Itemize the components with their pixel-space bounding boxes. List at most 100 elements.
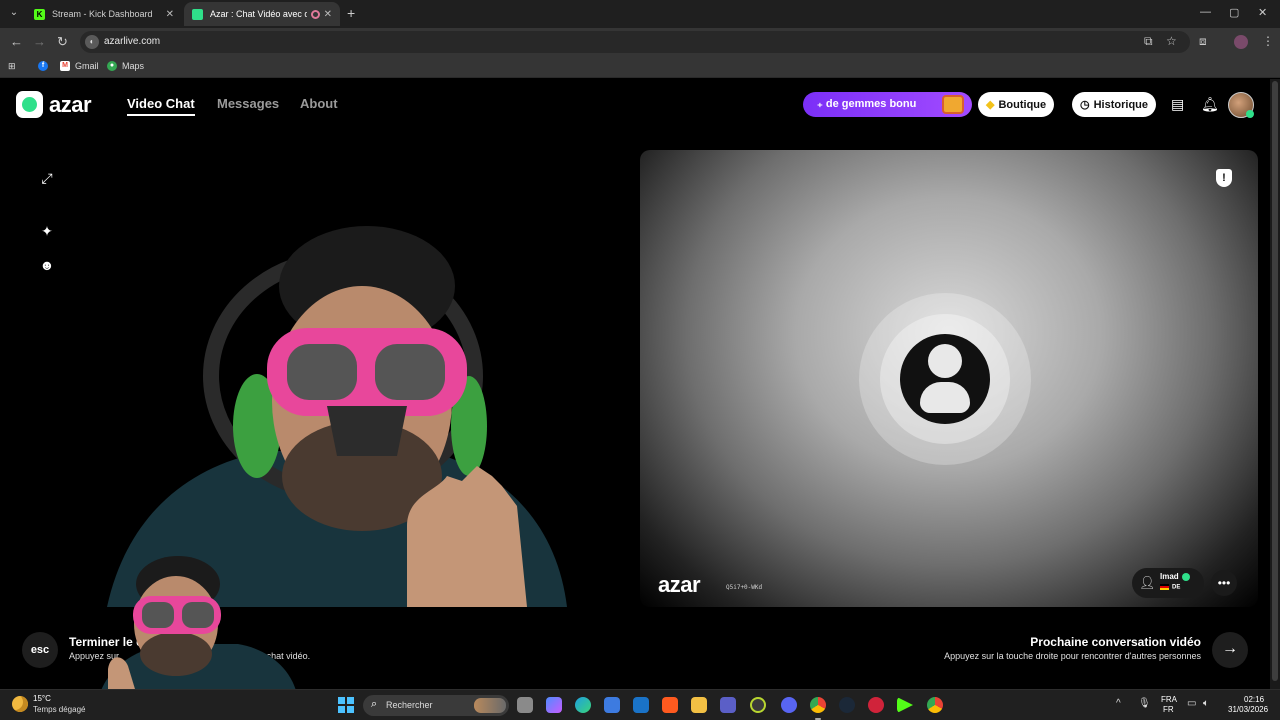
logo-text: azar (49, 91, 92, 117)
chrome-icon[interactable] (810, 697, 826, 720)
volume-icon[interactable]: 🔈︎ (1203, 698, 1209, 709)
peer-country: DE (1172, 584, 1181, 591)
taskbar-search[interactable]: ⌕ Rechercher (363, 695, 509, 716)
apps-grid-icon[interactable]: ⊞ (8, 61, 16, 72)
nav-about[interactable]: About (300, 96, 338, 111)
address-bar[interactable]: ◐ azarlive.com (80, 31, 1190, 53)
person-placeholder-body (920, 382, 970, 413)
steam-icon[interactable] (839, 697, 855, 713)
outlook-icon[interactable] (633, 697, 649, 713)
language-bottom[interactable]: FR (1163, 705, 1174, 714)
file-explorer-icon[interactable] (691, 697, 707, 713)
task-view-icon[interactable] (517, 697, 533, 713)
close-tab-icon[interactable]: ✕ (166, 9, 174, 20)
chat-bubble-button[interactable]: ••• (1211, 570, 1237, 596)
temperature[interactable]: 15°C (33, 694, 51, 703)
bookmark-star-icon[interactable]: ☆ (1166, 34, 1177, 48)
scrollbar-thumb[interactable] (1272, 81, 1278, 681)
report-shield-icon[interactable]: ! (1216, 169, 1232, 187)
webcam-person (107, 226, 567, 607)
app-red-icon[interactable] (868, 697, 884, 713)
bookmark-label: Gmail (75, 61, 99, 71)
search-highlight-image (474, 698, 506, 713)
play-icon[interactable] (897, 697, 913, 713)
copilot-icon[interactable] (546, 697, 562, 713)
germany-flag-icon (1160, 584, 1169, 590)
moon-weather-icon[interactable] (12, 696, 28, 712)
tab-title: Azar : Chat Vidéo avec de n (210, 9, 307, 19)
restore-icon[interactable]: ▢ (1229, 6, 1239, 19)
treasure-chest-icon (942, 95, 964, 114)
next-arrow-button[interactable]: → (1212, 632, 1248, 668)
bookmark-label: Maps (122, 61, 145, 71)
person-placeholder-icon (928, 344, 962, 378)
gmail-icon: M (60, 61, 70, 71)
teams-icon[interactable] (720, 697, 736, 713)
cast-icon[interactable]: ⧉ (1144, 34, 1153, 49)
gems-promo-banner[interactable]: ₊ de gemmes bonu (803, 92, 972, 117)
new-tab-icon[interactable]: + (347, 5, 355, 21)
nav-video-chat[interactable]: Video Chat (127, 96, 195, 116)
weather-desc[interactable]: Temps dégagé (33, 705, 85, 714)
search-placeholder: Rechercher (386, 700, 433, 710)
forward-icon[interactable]: → (33, 34, 46, 49)
back-icon[interactable]: ← (10, 34, 23, 49)
scrollbar[interactable] (1270, 79, 1280, 689)
end-call-button[interactable]: esc (22, 632, 58, 668)
facebook-icon: f (38, 61, 48, 71)
facebook-bookmark[interactable]: f (38, 61, 53, 71)
network-icon[interactable]: ▭ (1187, 698, 1196, 709)
shop-button[interactable]: ◆ Boutique (978, 92, 1055, 117)
peer-country-row: DE (1160, 584, 1180, 591)
edge-icon[interactable] (575, 697, 591, 713)
profile-icon[interactable] (1234, 35, 1248, 49)
partner-video: ! azar Q5i7+0-WKd 👤︎ Imad DE ••• (640, 150, 1258, 607)
clock-icon: ◷ (1080, 99, 1090, 111)
tab-kick-dashboard[interactable]: K Stream - Kick Dashboard ✕ (26, 2, 182, 26)
store-icon[interactable] (604, 697, 620, 713)
tab-strip: ⌄ K Stream - Kick Dashboard ✕ Azar : Cha… (0, 0, 1280, 28)
site-info-icon[interactable]: ◐ (85, 35, 99, 49)
azar-logo-icon (16, 91, 43, 118)
magic-wand-icon[interactable]: ✦ (39, 223, 55, 239)
xbox-icon[interactable] (750, 697, 766, 713)
close-window-icon[interactable]: ✕ (1258, 6, 1267, 19)
fullscreen-icon[interactable]: ⤢ (39, 170, 55, 186)
extensions-icon[interactable]: ⧈ (1199, 34, 1207, 49)
url-text: azarlive.com (104, 36, 161, 47)
browser-toolbar: ← → ↻ ◐ azarlive.com ⧉ ☆ ⧈ ⋮ (0, 28, 1280, 56)
microphone-icon[interactable]: 🎙︎ (1138, 698, 1151, 709)
history-button[interactable]: ◷ Historique (1072, 92, 1157, 117)
menu-dots-icon[interactable]: ⋮ (1262, 34, 1274, 48)
minimize-icon[interactable]: — (1200, 6, 1211, 18)
tray-chevron-icon[interactable]: ^ (1116, 698, 1121, 709)
tab-search-icon[interactable]: ⌄ (6, 5, 22, 21)
clock-date[interactable]: 31/03/2026 (1228, 705, 1268, 714)
kick-icon: K (34, 8, 45, 20)
inbox-icon[interactable]: ▤ (1171, 96, 1184, 113)
windows-start-icon[interactable] (338, 697, 354, 713)
nav-messages[interactable]: Messages (217, 96, 279, 111)
search-icon: ⌕ (371, 698, 378, 710)
reload-icon[interactable]: ↻ (57, 34, 68, 50)
bell-icon[interactable]: 🔔︎ (1201, 96, 1219, 113)
next-subtitle: Appuyez sur la touche droite pour rencon… (944, 651, 1201, 661)
discord-icon[interactable] (781, 697, 797, 713)
tab-azar[interactable]: Azar : Chat Vidéo avec de n ✕ (184, 2, 340, 26)
chrome-profile-icon[interactable] (927, 697, 943, 713)
close-tab-icon[interactable]: ✕ (324, 9, 332, 20)
brave-icon[interactable] (662, 697, 678, 713)
peer-info-chip[interactable]: 👤︎ Imad DE (1132, 568, 1204, 598)
bookmarks-bar: ⊞ f M Gmail ● Maps (0, 56, 1280, 78)
bookmark-maps[interactable]: ● Maps (107, 61, 144, 71)
maps-icon: ● (107, 61, 117, 71)
promo-text: ₊ de gemmes bonu (817, 98, 917, 110)
clock-time[interactable]: 02:16 (1244, 695, 1264, 704)
face-filter-icon[interactable]: ☻ (39, 257, 55, 273)
language-top[interactable]: FRA (1161, 695, 1177, 704)
recording-icon (310, 9, 320, 19)
azar-logo[interactable]: azar (16, 91, 92, 118)
webcam-overlay (98, 556, 298, 699)
watermark-logo: azar (658, 572, 701, 597)
bookmark-gmail[interactable]: M Gmail (60, 61, 99, 71)
